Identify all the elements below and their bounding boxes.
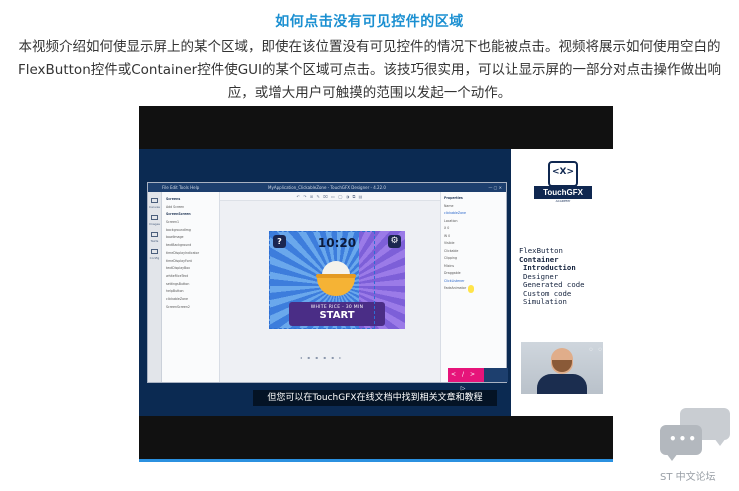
screen-pager: ◂ ▪ ▪ ▪ ▪ ▸: [300, 355, 344, 360]
tree-item: helpButton: [166, 289, 184, 294]
tree-header: Screens: [166, 197, 181, 201]
window-controls-icon: — ▢ ✕: [488, 185, 502, 190]
tree-item: backgroundImg: [166, 227, 191, 232]
article-title: 如何点击没有可见控件的区域: [275, 14, 464, 30]
prop-row: Visible: [444, 241, 455, 245]
video-progress-bar[interactable]: [139, 459, 613, 462]
prop-row: Name: [444, 203, 454, 208]
video-player[interactable]: File Edit Tools Help MyApplication_Click…: [139, 106, 613, 462]
tree-item: Screen1: [166, 220, 179, 225]
prop-row: ClickListener: [444, 278, 465, 283]
generate-code-button: </> ▷: [448, 368, 484, 392]
prop-row: Clickable: [444, 248, 459, 253]
logo-shield-icon: <X>: [548, 161, 578, 187]
properties-panel: Properties Name clickableZone Location X…: [440, 192, 506, 382]
designer-titlebar: File Edit Tools Help MyApplication_Click…: [148, 183, 506, 192]
left-nav-label: Images: [149, 222, 160, 226]
left-nav-label: Texts: [150, 239, 159, 243]
academy-promo-panel: <X> TouchGFX ACADEMY FlexButton Container…: [511, 149, 613, 416]
watermark-label: ST 中文论坛: [660, 472, 716, 483]
brand-name: TouchGFX: [534, 186, 592, 199]
topic-item: Simulation: [523, 297, 567, 306]
designer-left-nav: Canvas Images Texts Config: [148, 192, 162, 382]
logo-glyph: <X>: [551, 167, 575, 177]
images-icon: [151, 215, 158, 220]
prop-row: Draggable: [444, 271, 461, 275]
settings-icon: ⚙: [388, 235, 401, 248]
forum-watermark: ••• ST 中文论坛: [656, 406, 736, 488]
screens-tree: Screens Add Screen ScreenScreen Screen1 …: [162, 192, 220, 382]
prop-row: Mixins: [444, 263, 455, 268]
tree-item: settingsButton: [166, 281, 190, 286]
prop-row: Clipping: [444, 256, 457, 260]
touchgfx-academy-logo: <X> TouchGFX ACADEMY: [534, 161, 592, 205]
prop-row: clickableZone: [444, 211, 467, 215]
tree-item: Add Screen: [166, 204, 185, 209]
left-nav-label: Canvas: [148, 205, 160, 209]
tree-item: timeDisplayIndicator: [166, 250, 200, 255]
designer-window: File Edit Tools Help MyApplication_Click…: [147, 182, 508, 392]
left-nav-label: Config: [149, 256, 160, 260]
tree-item: timeDisplayFont: [166, 258, 192, 263]
prop-row: X 0: [444, 226, 450, 230]
video-frame[interactable]: File Edit Tools Help MyApplication_Click…: [139, 149, 613, 416]
designer-run-area: [484, 368, 508, 382]
canvas-toolbar: ↶ ↷ ⊞ ✎ ⌧ ▭ ◯ ◑ ⧉ ▤: [220, 192, 440, 201]
tree-item: textDisplayBox: [166, 266, 190, 271]
tree-item: bowlImage: [166, 235, 184, 240]
tree-item: whiteRiceText: [166, 273, 188, 278]
volume-icon[interactable]: ◦ ◦: [588, 345, 603, 356]
tree-item: ScreenScreen: [166, 212, 191, 217]
config-icon: [151, 249, 158, 254]
tree-item: ScreenScreen2: [166, 304, 190, 309]
clickable-zone-selection: [269, 231, 375, 329]
tree-item: clickableZone: [166, 296, 189, 301]
cursor-highlight: [468, 285, 474, 293]
article-description: 本视频介绍如何使显示屏上的某个区域，即使在该位置没有可见控件的情况下也能被点击。…: [17, 39, 722, 101]
academy-label: ACADEMY: [555, 199, 571, 203]
video-subtitle: 但您可以在TouchGFX在线文档中找到相关文章和教程: [253, 390, 497, 406]
props-header: Properties: [444, 196, 463, 200]
canvas-icon: [151, 198, 158, 203]
texts-icon: [151, 232, 158, 237]
prop-row: Location: [444, 218, 458, 223]
topic-list: FlexButton Container Introduction Designer G…: [519, 246, 585, 307]
prop-row: W 0: [444, 233, 451, 238]
designer-window-title: MyApplication_ClickableZone - TouchGFX D…: [268, 185, 386, 190]
chat-dots-icon: •••: [669, 432, 699, 446]
tree-item: textBackground: [166, 243, 192, 248]
